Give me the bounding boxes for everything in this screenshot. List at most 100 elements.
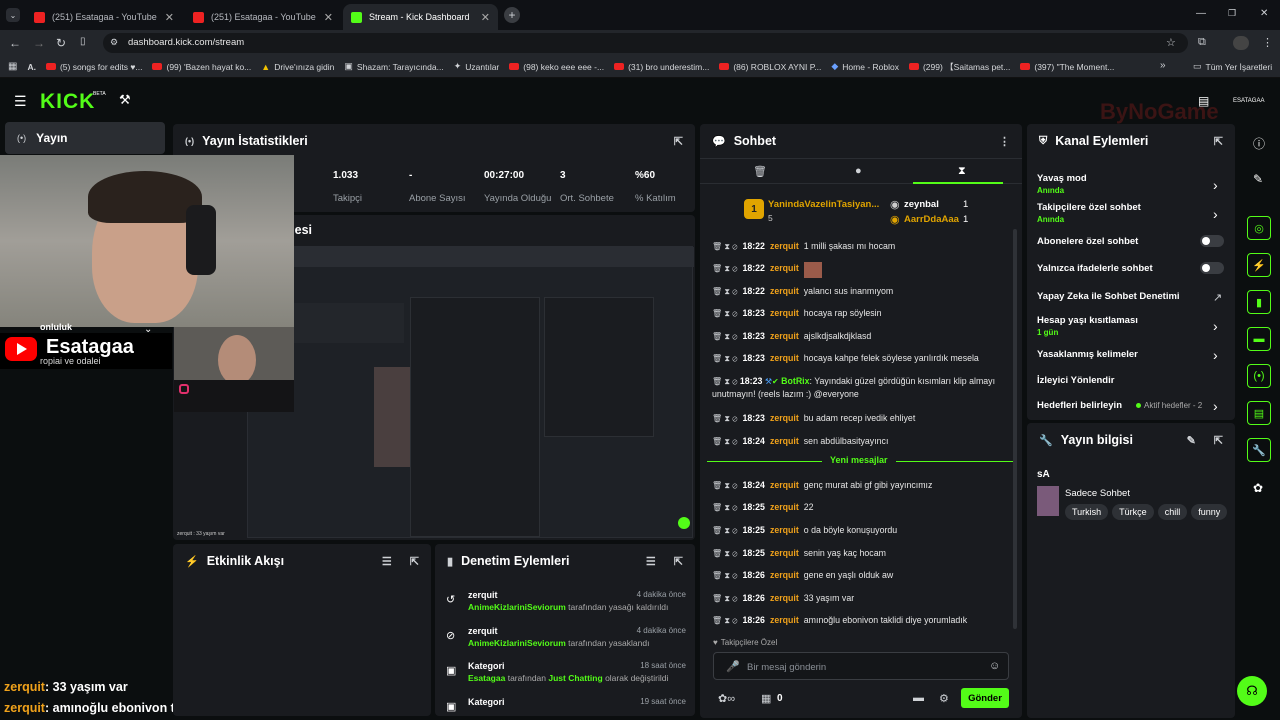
extensions-icon[interactable]: ⧉ (1198, 36, 1206, 49)
support-button[interactable]: ☊ (1237, 676, 1267, 706)
action-goals[interactable]: Hedefleri belirleyin (1037, 400, 1122, 411)
chat-message[interactable]: 🗑 ⧗ ⊘ 18:26 zerquit amınoğlu ebonivon takli… (712, 614, 1017, 627)
mod-action-icons[interactable]: 🗑 ⧗ ⊘ (712, 569, 737, 582)
chat-message[interactable]: 🗑 ⧗ ⊘ 18:22 zerquit (712, 262, 1017, 278)
mod-action-icons[interactable]: 🗑 ⧗ ⊘ (712, 330, 737, 343)
message-user[interactable]: zerquit (770, 569, 799, 582)
store-icon[interactable]: ▦ (761, 692, 771, 705)
bookmark-item[interactable]: (99) 'Bazen hayat ko... (152, 62, 251, 72)
subscribers-only-toggle[interactable] (1200, 235, 1224, 247)
hourglass-icon[interactable]: ⧗ (958, 165, 966, 178)
rail-layout-button[interactable]: ▤ (1247, 401, 1271, 425)
bookmark-item[interactable]: (31) bro underestim... (614, 62, 709, 72)
edit-pencil-icon[interactable]: ✎ (1187, 434, 1196, 447)
mod-action-icons[interactable]: 🗑 ⧗ ⊘ (712, 377, 737, 386)
new-tab-icon[interactable]: + (504, 7, 520, 23)
mod-action-icons[interactable]: 🗑 ⧗ ⊘ (712, 240, 737, 253)
chat-menu-icon[interactable]: ⋮ (999, 135, 1010, 148)
kick-logo[interactable]: KICK (40, 90, 95, 114)
popout-icon[interactable]: ⇱ (410, 555, 419, 568)
bookmark-item[interactable]: (5) songs for edits ♥... (45, 62, 142, 72)
chat-message[interactable]: 🗑 ⧗ ⊘ 18:25 zerquit senin yaş kaç hocam (712, 547, 1017, 560)
mod-action-icons[interactable]: 🗑 ⧗ ⊘ (712, 352, 737, 365)
bookmark-item[interactable]: (299) 【Saitamas pet... (908, 61, 1010, 73)
filter-icon[interactable]: ☰ (382, 555, 392, 568)
rail-document-button[interactable]: ▮ (1247, 290, 1271, 314)
chevron-right-icon[interactable]: › (1213, 206, 1222, 222)
tag[interactable]: Türkçe (1112, 504, 1154, 520)
chat-message[interactable]: 🗑 ⧗ ⊘ 18:22 zerquit yalancı sus inanmıyom (712, 285, 1017, 298)
filter-icon[interactable]: ☰ (646, 555, 656, 568)
tag[interactable]: Turkish (1065, 504, 1109, 520)
bookmark-item[interactable]: (98) keko eee eee -... (509, 62, 604, 72)
bookmark-star-icon[interactable]: ☆ (1166, 36, 1176, 49)
mod-action-icons[interactable]: 🗑 ⧗ ⊘ (712, 285, 737, 298)
profile-avatar[interactable] (1233, 36, 1249, 50)
chat-input[interactable]: 🎤 Bir mesaj gönderin ☺ (713, 652, 1009, 680)
tag[interactable]: funny (1191, 504, 1228, 520)
close-icon[interactable]: ✕ (481, 11, 490, 24)
action-ai-moderation[interactable]: Yapay Zeka ile Sohbet Denetimi (1037, 291, 1180, 302)
bookmark-item[interactable]: (86) ROBLOX AYNI P... (719, 62, 821, 72)
message-user[interactable]: zerquit (770, 479, 799, 492)
chat-message[interactable]: 🗑 ⧗ ⊘ 18:26 zerquit 33 yaşım var (712, 592, 1017, 605)
mod-action-icons[interactable]: 🗑 ⧗ ⊘ (712, 592, 737, 605)
message-user[interactable]: zerquit (770, 352, 799, 365)
send-button[interactable]: Gönder (961, 688, 1009, 708)
tools-icon[interactable]: ⚒ (119, 92, 131, 108)
mod-action-icons[interactable]: 🗑 ⧗ ⊘ (712, 412, 737, 425)
chat-icon[interactable]: ▬ (913, 692, 924, 704)
rail-broadcast-button[interactable]: (•) (1247, 364, 1271, 388)
chevron-right-icon[interactable]: › (1213, 177, 1222, 193)
sidebar-item-stream[interactable]: (•) Yayın (5, 122, 165, 154)
tab-kick-dashboard[interactable]: Stream - Kick Dashboard ✕ (343, 4, 498, 30)
message-user[interactable]: zerquit (770, 592, 799, 605)
bookmark-item[interactable]: (397) "The Moment... (1020, 62, 1114, 72)
chat-message[interactable]: 🗑 ⧗ ⊘ 18:25 zerquit o da böyle konuşuyordu (712, 524, 1017, 537)
chat-message[interactable]: 🗑 ⧗ ⊘ 18:25 zerquit 22 (712, 501, 1017, 514)
forward-icon[interactable]: → (33, 36, 45, 50)
chat-message[interactable]: 🗑 ⧗ ⊘ 18:23 ⚒✔ BotRix: Yayındaki güzel g… (712, 375, 1017, 401)
bookmark-item[interactable]: ◆ Home - Roblox (831, 61, 899, 72)
address-bar[interactable]: ⚙ dashboard.kick.com/stream ☆ (103, 33, 1188, 53)
window-close-icon[interactable]: ✕ (1260, 8, 1268, 19)
rail-lightning-button[interactable]: ⚡ (1247, 253, 1271, 277)
tab-youtube-2[interactable]: (251) Esatagaa - YouTube ✕ (185, 4, 341, 30)
chat-message[interactable]: 🗑 ⧗ ⊘ 18:24 zerquit sen abdülbasityayıncı (712, 435, 1017, 448)
mod-action-icons[interactable]: 🗑 ⧗ ⊘ (712, 501, 737, 514)
sidepanel-icon[interactable]: ▯ (80, 36, 86, 47)
action-slow-mode[interactable]: Yavaş mod Anında (1037, 173, 1087, 195)
mod-action-icons[interactable]: 🗑 ⧗ ⊘ (712, 479, 737, 492)
moderation-item[interactable]: ↺ zerquit AnimeKizlariniSeviorum tarafın… (440, 590, 690, 612)
popout-icon[interactable]: ⇱ (674, 135, 683, 148)
chat-message[interactable]: 🗑 ⧗ ⊘ 18:26 zerquit gene en yaşlı olduk aw (712, 569, 1017, 582)
microphone-icon[interactable]: 🎤 (726, 660, 740, 673)
chat-message[interactable]: 🗑 ⧗ ⊘ 18:23 zerquit bu adam recep ivedik eh… (712, 412, 1017, 425)
bookmark-item[interactable]: ▲ Drive'ınıza gidin (261, 62, 334, 72)
chat-message[interactable]: 🗑 ⧗ ⊘ 18:24 zerquit genç murat abi gf gibi … (712, 479, 1017, 492)
message-user[interactable]: zerquit (770, 435, 799, 448)
chat-message[interactable]: 🗑 ⧗ ⊘ 18:22 zerquit 1 milli şakası mı hocam (712, 240, 1017, 253)
message-user[interactable]: BotRix (781, 376, 809, 386)
message-user[interactable]: zerquit (770, 501, 799, 514)
popout-icon[interactable]: ⇱ (674, 555, 683, 568)
action-raid[interactable]: İzleyici Yönlendir (1037, 375, 1114, 386)
close-icon[interactable]: ✕ (165, 11, 174, 24)
chat-message[interactable]: 🗑 ⧗ ⊘ 18:23 zerquit hocaya rap söylesin (712, 307, 1017, 320)
mod-action-icons[interactable]: 🗑 ⧗ ⊘ (712, 547, 737, 560)
message-user[interactable]: zerquit (770, 524, 799, 537)
info-icon[interactable]: ⓘ (1253, 135, 1265, 152)
bookmark-item[interactable]: ✦ Uzantılar (454, 61, 500, 72)
message-user[interactable]: zerquit (770, 547, 799, 560)
popout-icon[interactable]: ⇱ (1214, 135, 1223, 148)
rail-wrench-button[interactable]: 🔧 (1247, 438, 1271, 462)
moderation-item[interactable]: ▣ Kategori 19 saat önce (440, 697, 690, 713)
chat-message[interactable]: 🗑 ⧗ ⊘ 18:23 zerquit hocaya kahpe felek söyl… (712, 352, 1017, 365)
chat-message[interactable]: 🗑 ⧗ ⊘ 18:23 zerquit ajslkdjsalkdjklasd (712, 330, 1017, 343)
mod-action-icons[interactable]: 🗑 ⧗ ⊘ (712, 435, 737, 448)
edit-icon[interactable]: ✎ (1253, 172, 1263, 186)
stream-video[interactable] (247, 246, 694, 538)
apps-grid-icon[interactable]: ▦ (8, 61, 17, 72)
message-user[interactable]: zerquit (770, 307, 799, 320)
site-info-icon[interactable]: ⚙ (110, 37, 118, 48)
